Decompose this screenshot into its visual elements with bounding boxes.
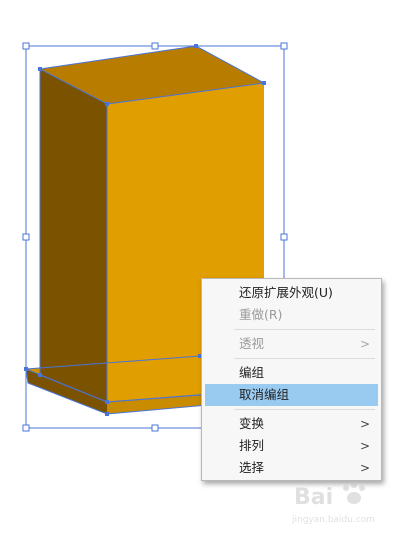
menu-separator <box>234 329 375 330</box>
menu-item-select[interactable]: 选择 > <box>205 457 378 479</box>
menu-item-arrange[interactable]: 排列 > <box>205 435 378 457</box>
menu-item-label: 透视 <box>239 336 265 351</box>
handle-middle-right <box>280 233 288 241</box>
chevron-right-icon: > <box>359 439 370 453</box>
menu-item-label: 编组 <box>239 365 265 380</box>
menu-separator <box>234 358 375 359</box>
menu-item-transform[interactable]: 变换 > <box>205 413 378 435</box>
menu-item-ungroup[interactable]: 取消编组 <box>205 384 378 406</box>
menu-item-label: 重做(R) <box>239 307 283 322</box>
chevron-right-icon: > <box>359 417 370 431</box>
menu-separator <box>234 409 375 410</box>
paw-icon <box>343 482 365 504</box>
chevron-right-icon: > <box>359 461 370 475</box>
box-left-face[interactable] <box>40 69 107 402</box>
handle-bottom-left <box>22 424 30 432</box>
menu-item-label: 取消编组 <box>239 387 290 402</box>
watermark-sub: jingyan.baidu.com <box>291 515 375 525</box>
watermark-brand: Bai <box>294 485 333 510</box>
handle-bottom-center <box>151 424 159 432</box>
context-menu: 还原扩展外观(U) 重做(R) 透视 > 编组 取消编组 变换 > 排列 > 选… <box>201 278 382 481</box>
baidu-jingyan-watermark: Bai jingyan.baidu.com <box>291 482 375 525</box>
menu-item-perspective[interactable]: 透视 > <box>205 333 378 355</box>
menu-item-redo[interactable]: 重做(R) <box>205 304 378 326</box>
menu-item-label: 选择 <box>239 460 265 475</box>
illustrator-canvas[interactable]: 还原扩展外观(U) 重做(R) 透视 > 编组 取消编组 变换 > 排列 > 选… <box>0 0 415 533</box>
chevron-right-icon: > <box>359 337 370 351</box>
handle-middle-left <box>22 233 30 241</box>
handle-top-center <box>151 42 159 50</box>
menu-item-label: 变换 <box>239 416 265 431</box>
menu-item-label: 还原扩展外观(U) <box>239 285 333 300</box>
menu-item-undo-expand-appearance[interactable]: 还原扩展外观(U) <box>205 282 378 304</box>
menu-item-group[interactable]: 编组 <box>205 362 378 384</box>
handle-top-left <box>22 42 30 50</box>
handle-top-right <box>280 42 288 50</box>
menu-item-label: 排列 <box>239 438 265 453</box>
